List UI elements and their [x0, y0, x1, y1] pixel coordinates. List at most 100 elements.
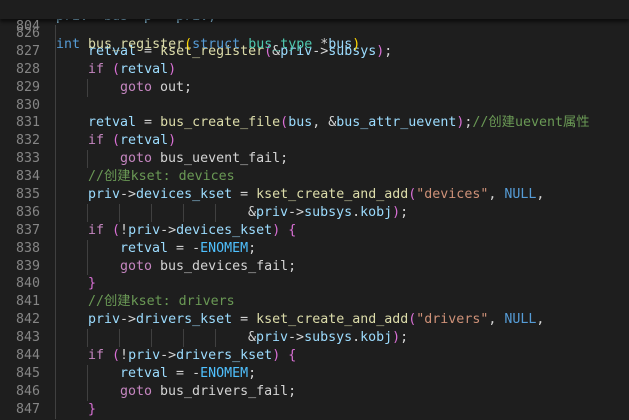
code-token: )	[392, 204, 401, 220]
line-content: goto bus_drivers_fail;	[56, 384, 296, 399]
indent-guide	[55, 96, 56, 115]
code-token: = -	[168, 240, 201, 256]
line-number: 829	[15, 79, 40, 95]
code-token: ,	[488, 312, 505, 328]
code-token: //创建kset: devices	[88, 169, 235, 185]
code-token: (	[112, 133, 121, 149]
code-token: =	[232, 187, 257, 203]
indent-guide	[87, 257, 88, 276]
sticky-scroll-header[interactable]: 804 int bus_register(struct bus_type *bu…	[0, 0, 629, 52]
line-code: retval = -ENOMEM;	[55, 239, 256, 258]
code-line[interactable]: 837 if (!priv->devices_kset) {	[0, 221, 629, 240]
line-number: 832	[15, 133, 40, 149]
code-line[interactable]: 835 priv->devices_kset = kset_create_and_…	[0, 186, 629, 204]
line-number: 847	[15, 401, 40, 417]
line-code: }	[55, 275, 96, 294]
code-token: )	[392, 330, 401, 346]
code-line[interactable]: 836 &priv->subsys.kobj);	[0, 203, 629, 222]
code-token: priv	[256, 204, 289, 220]
code-line[interactable]: 832 if (retval)	[0, 132, 629, 151]
code-token: kobj	[360, 204, 393, 220]
code-token: }	[88, 401, 97, 417]
line-code: if (retval)	[55, 132, 176, 151]
function-signature: int bus_register(struct bus_type *bus)	[56, 36, 360, 54]
code-token: goto	[120, 258, 153, 274]
code-line[interactable]: 847}	[0, 400, 629, 419]
code-token: bus	[328, 36, 353, 52]
line-code: goto out;	[55, 78, 193, 97]
indent-guide	[87, 364, 88, 383]
code-token: !	[120, 348, 129, 364]
line-code: if (!priv->devices_kset) {	[55, 221, 296, 240]
line-code: goto bus_devices_fail;	[55, 257, 296, 276]
indent-guide	[55, 239, 56, 258]
code-line[interactable]: 843 &priv->subsys.kobj);	[0, 329, 629, 348]
line-code: priv->drivers_kset = kset_create_and_add…	[55, 311, 545, 330]
code-token: bus_register	[88, 36, 185, 52]
partially-hidden-line: priv->bus->p = priv;	[0, 19, 629, 27]
indent-guide	[119, 203, 120, 222]
code-line[interactable]: 844 if (!priv->drivers_kset) {	[0, 347, 629, 365]
code-lines[interactable]: 826 827 retval = kset_register(&priv->subs…	[0, 25, 629, 419]
code-token: ,	[536, 312, 545, 328]
code-token: priv	[128, 348, 161, 364]
code-token: =	[136, 115, 161, 131]
line-number: 843	[15, 330, 40, 346]
line-code: }	[55, 400, 97, 419]
code-token: ENOMEM	[200, 240, 249, 256]
code-token: ENOMEM	[200, 365, 249, 381]
indent-guide	[55, 150, 56, 169]
code-line[interactable]: 845 retval = -ENOMEM;	[0, 364, 629, 383]
code-line[interactable]: 840}	[0, 275, 629, 294]
line-code: //创建kset: drivers	[55, 293, 235, 312]
code-token: = -	[168, 365, 201, 381]
code-token: out;	[152, 79, 193, 95]
code-line[interactable]: 833 goto bus_uevent_fail;	[0, 150, 629, 169]
code-line[interactable]: 839 goto bus_devices_fail;	[0, 257, 629, 276]
code-token: goto	[120, 79, 153, 95]
line-number: 830	[15, 97, 40, 113]
code-line[interactable]: 841 //创建kset: drivers	[0, 293, 629, 312]
code-line[interactable]: 831 retval = bus_create_file(bus, &bus_at…	[0, 114, 629, 133]
line-number: 804	[15, 18, 40, 34]
code-line[interactable]: 846 goto bus_drivers_fail;	[0, 382, 629, 401]
code-line[interactable]: 842 priv->drivers_kset = kset_create_and_…	[0, 311, 629, 330]
code-token: if	[88, 348, 105, 364]
line-content: if (!priv->drivers_kset) {	[56, 348, 296, 363]
code-token: drivers_kset	[136, 312, 233, 328]
code-token: if	[88, 61, 105, 77]
code-line[interactable]: 838 retval = -ENOMEM;	[0, 239, 629, 258]
indent-guide	[87, 329, 88, 348]
sticky-line[interactable]: 804 int bus_register(struct bus_type *bu…	[0, 0, 629, 52]
line-code: retval = -ENOMEM;	[55, 364, 256, 383]
code-token: bus_create_file	[160, 115, 281, 131]
code-token: )	[168, 133, 177, 149]
indent-guide	[151, 203, 152, 222]
code-token: retval	[120, 61, 169, 77]
line-code: if (retval)	[55, 60, 176, 79]
line-content: if (retval)	[56, 133, 176, 148]
code-token: {	[288, 348, 297, 364]
code-line[interactable]: 828 if (retval)	[0, 60, 629, 79]
code-line[interactable]: 829 goto out;	[0, 78, 629, 97]
code-token: goto	[120, 151, 153, 167]
line-content: goto bus_devices_fail;	[56, 259, 296, 274]
code-token: bus_attr_uevent	[336, 115, 457, 131]
code-line[interactable]: 830	[0, 96, 629, 115]
code-token: bus	[288, 115, 313, 131]
line-content: if (retval)	[56, 62, 176, 77]
line-code: &priv->subsys.kobj);	[55, 329, 408, 348]
code-token: ->	[288, 204, 305, 220]
code-line[interactable]: 834 //创建kset: devices	[0, 168, 629, 187]
line-code: goto bus_drivers_fail;	[55, 382, 296, 401]
code-editor[interactable]: 804 int bus_register(struct bus_type *bu…	[0, 0, 629, 420]
line-number: 840	[15, 276, 40, 292]
indent-guide	[55, 311, 56, 330]
code-token: NULL	[504, 312, 537, 328]
code-token: ,	[536, 187, 545, 203]
line-code: retval = bus_create_file(bus, &bus_attr_…	[55, 114, 590, 133]
line-number: 845	[15, 365, 40, 381]
